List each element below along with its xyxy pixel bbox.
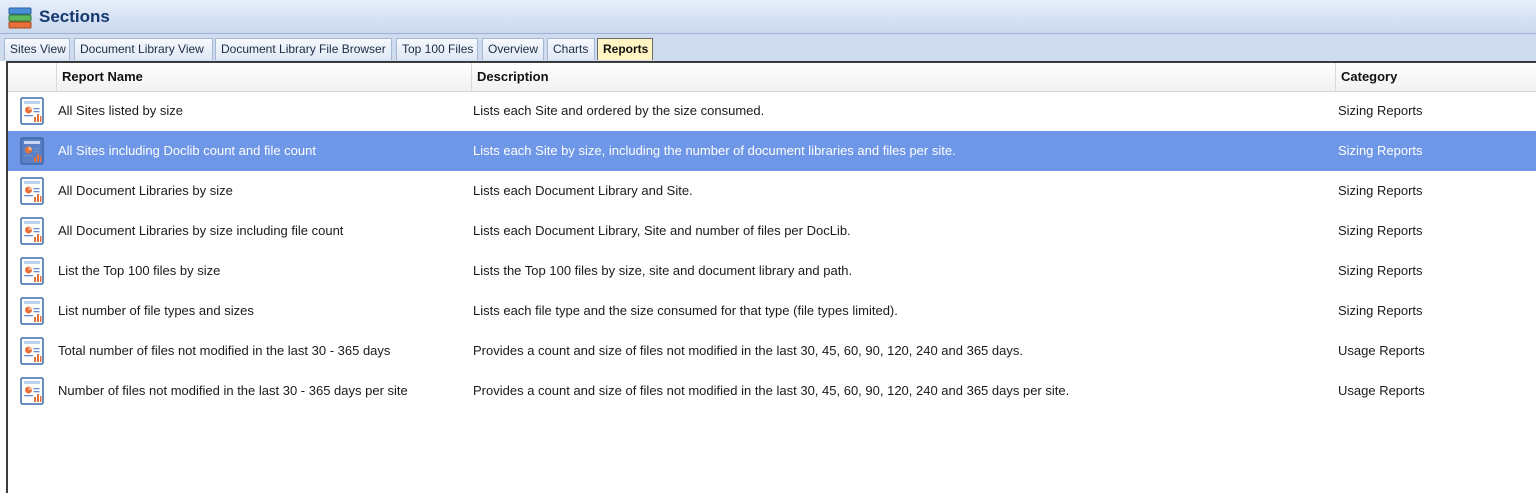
tab-strip: Sites View Document Library View Documen…	[0, 34, 1536, 61]
table-row[interactable]: All Document Libraries by size Lists eac…	[8, 171, 1536, 211]
tab-top-100-files[interactable]: Top 100 Files	[396, 38, 478, 60]
description-cell: Lists each Document Library, Site and nu…	[473, 223, 851, 238]
report-name-cell: All Document Libraries by size including…	[58, 223, 344, 238]
report-name-cell: All Sites listed by size	[58, 103, 183, 118]
report-icon	[20, 377, 44, 405]
tab-document-library-file-browser[interactable]: Document Library File Browser	[215, 38, 392, 60]
description-cell: Provides a count and size of files not m…	[473, 343, 1023, 358]
report-icon	[20, 177, 44, 205]
title-bar: Sections	[0, 0, 1536, 34]
sections-window: Sections Sites View Document Library Vie…	[0, 0, 1536, 493]
icon-column-header[interactable]	[8, 63, 56, 91]
description-cell: Lists each Document Library and Site.	[473, 183, 693, 198]
category-cell: Usage Reports	[1338, 343, 1425, 358]
report-icon	[20, 257, 44, 285]
table-row[interactable]: Number of files not modified in the last…	[8, 371, 1536, 411]
category-cell: Sizing Reports	[1338, 183, 1423, 198]
category-cell: Usage Reports	[1338, 383, 1425, 398]
reports-grid: Report Name Description Category All Sit…	[6, 61, 1536, 493]
report-name-cell: List the Top 100 files by size	[58, 263, 221, 278]
category-cell: Sizing Reports	[1338, 303, 1423, 318]
table-row[interactable]: All Document Libraries by size including…	[8, 211, 1536, 251]
category-cell: Sizing Reports	[1338, 103, 1423, 118]
description-cell: Provides a count and size of files not m…	[473, 383, 1070, 398]
table-row[interactable]: List number of file types and sizes List…	[8, 291, 1536, 331]
report-icon	[20, 297, 44, 325]
table-row[interactable]: All Sites including Doclib count and fil…	[8, 131, 1536, 171]
report-name-cell: List number of file types and sizes	[58, 303, 254, 318]
category-cell: Sizing Reports	[1338, 143, 1423, 158]
category-cell: Sizing Reports	[1338, 223, 1423, 238]
report-name-cell: Number of files not modified in the last…	[58, 383, 408, 398]
report-icon	[20, 337, 44, 365]
description-cell: Lists each file type and the size consum…	[473, 303, 898, 318]
table-row[interactable]: All Sites listed by size Lists each Site…	[8, 91, 1536, 131]
description-cell: Lists each Site by size, including the n…	[473, 143, 956, 158]
report-name-cell: All Document Libraries by size	[58, 183, 233, 198]
tab-reports[interactable]: Reports	[597, 38, 653, 60]
tab-document-library-view[interactable]: Document Library View	[74, 38, 213, 60]
grid-header: Report Name Description Category	[8, 63, 1536, 92]
report-icon	[20, 217, 44, 245]
report-name-cell: Total number of files not modified in th…	[58, 343, 391, 358]
report-icon	[20, 137, 44, 165]
category-cell: Sizing Reports	[1338, 263, 1423, 278]
table-row[interactable]: Total number of files not modified in th…	[8, 331, 1536, 371]
description-cell: Lists the Top 100 files by size, site an…	[473, 263, 853, 278]
report-icon	[20, 97, 44, 125]
tab-overview[interactable]: Overview	[482, 38, 544, 60]
table-row[interactable]: List the Top 100 files by size Lists the…	[8, 251, 1536, 291]
description-cell: Lists each Site and ordered by the size …	[473, 103, 765, 118]
column-header-description[interactable]: Description	[471, 63, 1335, 91]
column-header-report-name[interactable]: Report Name	[56, 63, 471, 91]
sections-stack-icon	[8, 7, 32, 29]
tab-sites-view[interactable]: Sites View	[4, 38, 70, 60]
report-name-cell: All Sites including Doclib count and fil…	[58, 143, 316, 158]
window-title: Sections	[39, 7, 110, 26]
column-header-category[interactable]: Category	[1335, 63, 1536, 91]
tab-charts[interactable]: Charts	[547, 38, 595, 60]
